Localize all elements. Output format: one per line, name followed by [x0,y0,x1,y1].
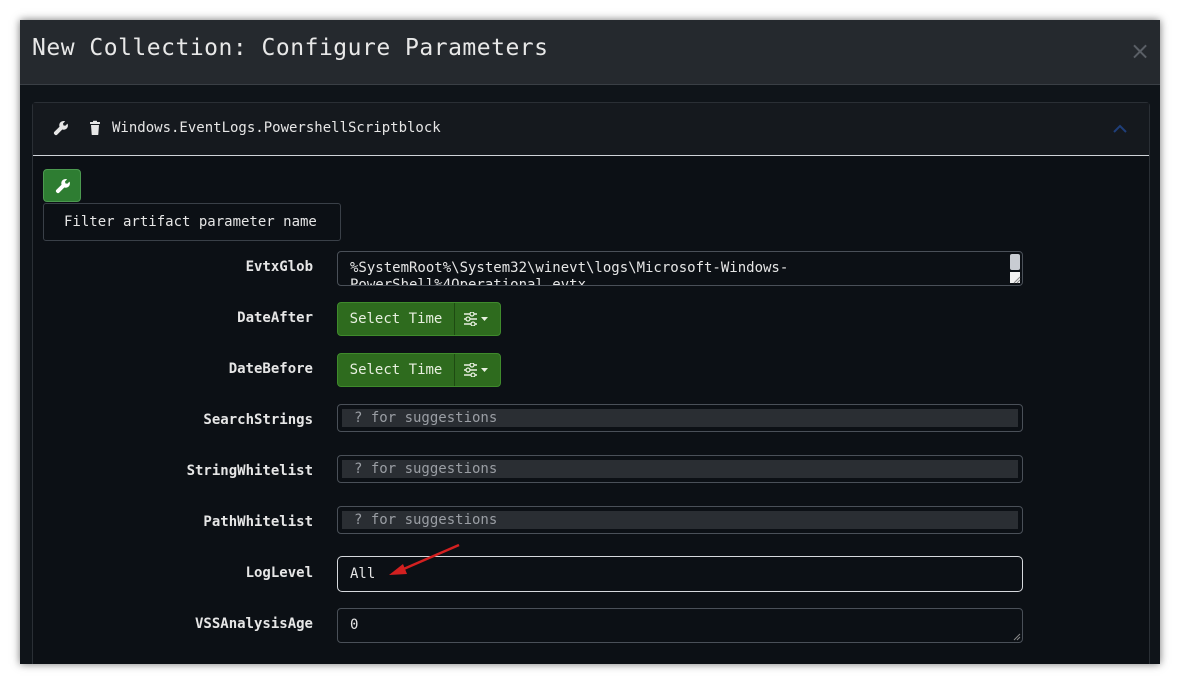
searchstrings-placeholder: ? for suggestions [342,409,1018,427]
datebefore-picker: Select Time [337,353,501,387]
annotation-arrow-icon [389,543,460,575]
sliders-icon [464,363,488,377]
stringwhitelist-placeholder: ? for suggestions [342,460,1018,478]
artifact-card: Windows.EventLogs.PowershellScriptblock … [32,102,1150,664]
configure-parameters-dialog: New Collection: Configure Parameters × W… [20,20,1160,664]
searchstrings-label: SearchStrings [203,412,313,428]
chevron-up-icon[interactable] [1111,120,1129,138]
parameter-tools-button[interactable] [43,169,81,202]
artifact-name: Windows.EventLogs.PowershellScriptblock [112,120,441,136]
datebefore-select-time-button[interactable]: Select Time [338,354,455,386]
vssanalysisage-label: VSSAnalysisAge [194,616,313,632]
resize-grip-icon[interactable] [1013,276,1021,284]
pathwhitelist-input[interactable]: ? for suggestions [337,506,1023,534]
wrench-icon [55,179,70,194]
vssanalysisage-input[interactable]: 0 [337,608,1023,643]
searchstrings-input[interactable]: ? for suggestions [337,404,1023,432]
stringwhitelist-input[interactable]: ? for suggestions [337,455,1023,483]
resize-grip-icon[interactable] [1013,633,1021,641]
datebefore-options-button[interactable] [455,354,500,386]
dateafter-picker: Select Time [337,302,501,336]
dialog-header: New Collection: Configure Parameters × [20,20,1160,85]
loglevel-label: LogLevel [245,565,313,581]
dateafter-select-time-button[interactable]: Select Time [338,303,455,335]
dateafter-label: DateAfter [237,310,313,326]
evtxglob-label: EvtxGlob [245,259,313,275]
vssanalysisage-value: 0 [350,617,359,633]
filter-parameter-input[interactable]: Filter artifact parameter name [43,203,341,241]
wrench-icon[interactable] [53,120,71,138]
evtxglob-textarea[interactable]: %SystemRoot%\System32\winevt\logs\Micros… [337,251,1023,286]
pathwhitelist-label: PathWhitelist [203,514,313,530]
close-button[interactable]: × [1126,36,1154,66]
scrollbar-thumb[interactable] [1010,254,1020,270]
evtxglob-value: %SystemRoot%\System32\winevt\logs\Micros… [350,260,789,286]
pathwhitelist-placeholder: ? for suggestions [342,511,1018,529]
artifact-card-header: Windows.EventLogs.PowershellScriptblock [33,103,1149,156]
trash-icon[interactable] [87,120,105,138]
dateafter-options-button[interactable] [455,303,500,335]
sliders-icon [464,312,488,326]
datebefore-label: DateBefore [228,361,313,377]
stringwhitelist-label: StringWhitelist [186,463,313,479]
dialog-title: New Collection: Configure Parameters [32,35,549,61]
